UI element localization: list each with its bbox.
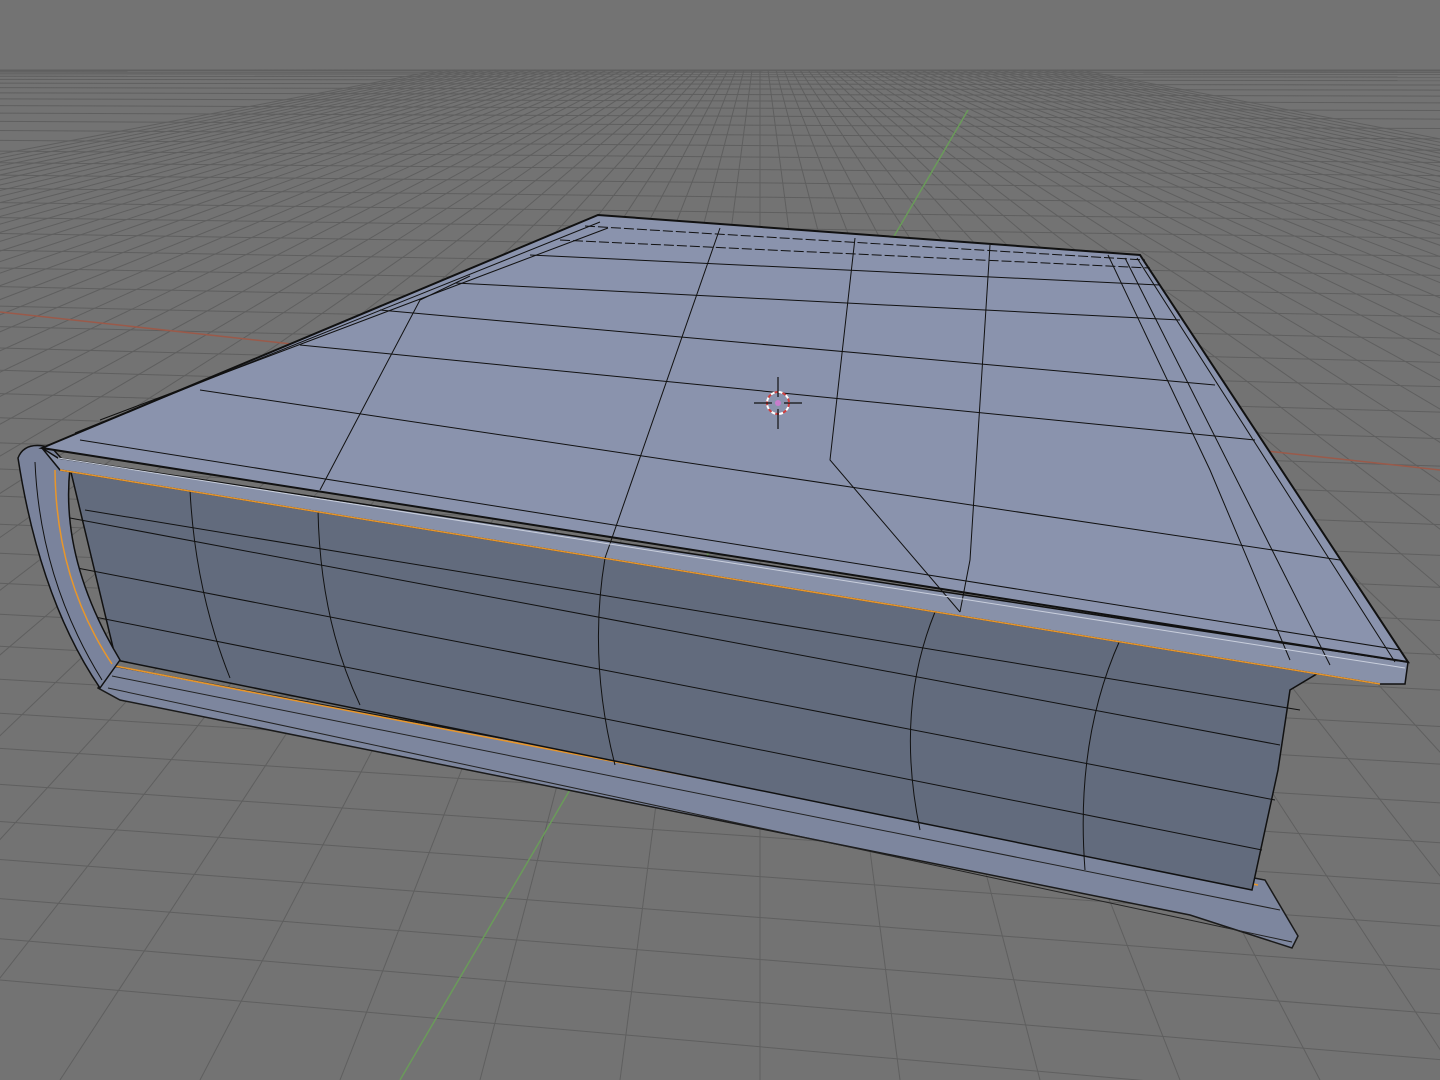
grid-line-horizontal <box>0 73 1440 75</box>
3d-viewport[interactable] <box>0 0 1440 1080</box>
viewport-canvas[interactable] <box>0 0 1440 1080</box>
